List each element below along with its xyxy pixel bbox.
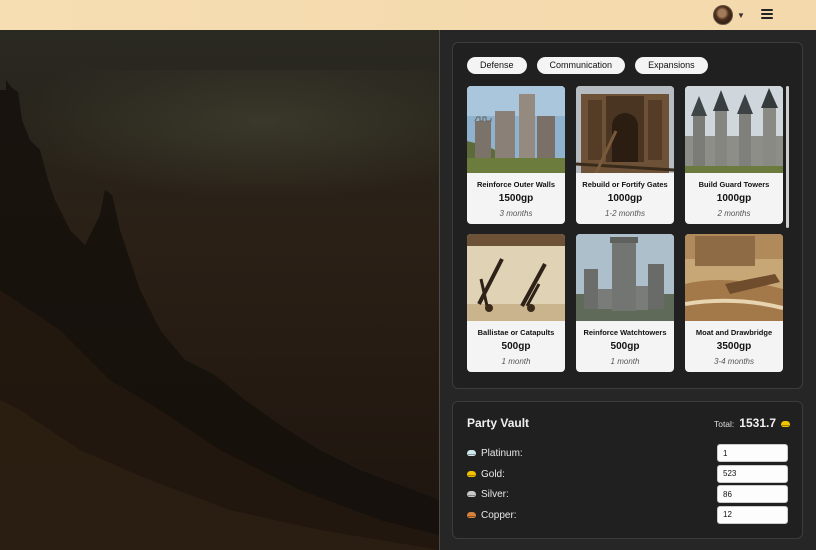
tab-expansions[interactable]: Expansions xyxy=(635,57,708,74)
user-avatar-icon[interactable] xyxy=(713,5,733,25)
vault-total-label: Total: xyxy=(713,419,735,429)
upgrade-duration: 1 month xyxy=(610,357,640,366)
right-sidebar: Defense Communication Expansions Reinfor… xyxy=(440,30,816,550)
upgrade-name: Reinforce Watchtowers xyxy=(583,328,667,337)
upgrades-panel: Defense Communication Expansions Reinfor… xyxy=(452,42,803,389)
grid-scrollbar[interactable] xyxy=(786,86,789,228)
copper-input[interactable] xyxy=(717,505,788,524)
coin-row-silver: Silver: xyxy=(467,484,789,505)
vault-total: Total: 1531.7 xyxy=(714,416,790,430)
upgrade-card-guard-towers[interactable]: Build Guard Towers 1000gp 2 months xyxy=(685,86,783,224)
upgrade-duration: 3 months xyxy=(499,209,533,218)
moat-image xyxy=(685,234,783,321)
top-bar: ▼ xyxy=(0,0,816,30)
vault-title: Party Vault xyxy=(467,416,530,430)
vault-total-value: 1531.7 xyxy=(739,416,776,430)
upgrade-name: Rebuild or Fortify Gates xyxy=(582,180,668,189)
upgrade-name: Ballistae or Catapults xyxy=(477,328,555,337)
outer-walls-image xyxy=(467,86,565,173)
tab-communication[interactable]: Communication xyxy=(536,57,626,74)
upgrade-name: Reinforce Outer Walls xyxy=(476,180,556,189)
upgrade-card-moat-drawbridge[interactable]: Moat and Drawbridge 3500gp 3-4 months xyxy=(685,234,783,372)
gates-image xyxy=(576,86,674,173)
gold-input[interactable] xyxy=(717,464,788,483)
upgrade-duration: 2 months xyxy=(717,209,751,218)
upgrade-price: 1000gp xyxy=(716,193,752,204)
upgrade-price: 500gp xyxy=(501,341,531,352)
party-vault-panel: Party Vault Total: 1531.7 Platinum: Gold… xyxy=(452,401,803,539)
watchtowers-image xyxy=(576,234,674,321)
upgrade-name: Build Guard Towers xyxy=(698,180,770,189)
upgrade-duration: 1-2 months xyxy=(604,209,646,218)
coin-label: Silver: xyxy=(481,489,509,500)
upgrade-name: Moat and Drawbridge xyxy=(695,328,773,337)
silver-coin-icon xyxy=(467,491,476,497)
chevron-down-icon[interactable]: ▼ xyxy=(737,11,745,20)
upgrade-grid: Reinforce Outer Walls 1500gp 3 months Re… xyxy=(467,86,783,372)
coin-row-gold: Gold: xyxy=(467,464,789,485)
coin-row-copper: Copper: xyxy=(467,505,789,526)
upgrade-price: 500gp xyxy=(610,341,640,352)
catapults-image xyxy=(467,234,565,321)
gold-coin-icon xyxy=(781,421,790,427)
copper-coin-icon xyxy=(467,511,476,518)
coin-label: Copper: xyxy=(481,509,517,521)
background-castle-image xyxy=(0,30,439,550)
hamburger-menu-icon[interactable] xyxy=(761,9,773,19)
upgrade-card-ballistae-catapults[interactable]: Ballistae or Catapults 500gp 1 month xyxy=(467,234,565,372)
upgrade-price: 3500gp xyxy=(716,341,752,352)
coin-row-platinum: Platinum: xyxy=(467,443,789,464)
upgrade-duration: 1 month xyxy=(501,357,531,366)
upgrade-price: 1500gp xyxy=(498,193,534,204)
coin-list: Platinum: Gold: Silver: Copper: xyxy=(467,443,789,525)
tab-defense[interactable]: Defense xyxy=(467,57,527,74)
upgrade-duration: 3-4 months xyxy=(713,357,755,366)
upgrade-price: 1000gp xyxy=(607,193,643,204)
gold-coin-icon xyxy=(467,470,476,477)
guard-towers-image xyxy=(685,86,783,173)
platinum-input[interactable] xyxy=(717,444,788,462)
upgrade-card-reinforce-outer-walls[interactable]: Reinforce Outer Walls 1500gp 3 months xyxy=(467,86,565,224)
silver-input[interactable] xyxy=(717,485,788,503)
coin-label: Gold: xyxy=(481,468,505,480)
upgrade-card-fortify-gates[interactable]: Rebuild or Fortify Gates 1000gp 1-2 mont… xyxy=(576,86,674,224)
user-menu[interactable]: ▼ xyxy=(713,5,745,25)
platinum-coin-icon xyxy=(467,450,476,456)
category-tabs: Defense Communication Expansions xyxy=(467,57,708,74)
coin-label: Platinum: xyxy=(481,448,523,459)
upgrade-card-reinforce-watchtowers[interactable]: Reinforce Watchtowers 500gp 1 month xyxy=(576,234,674,372)
